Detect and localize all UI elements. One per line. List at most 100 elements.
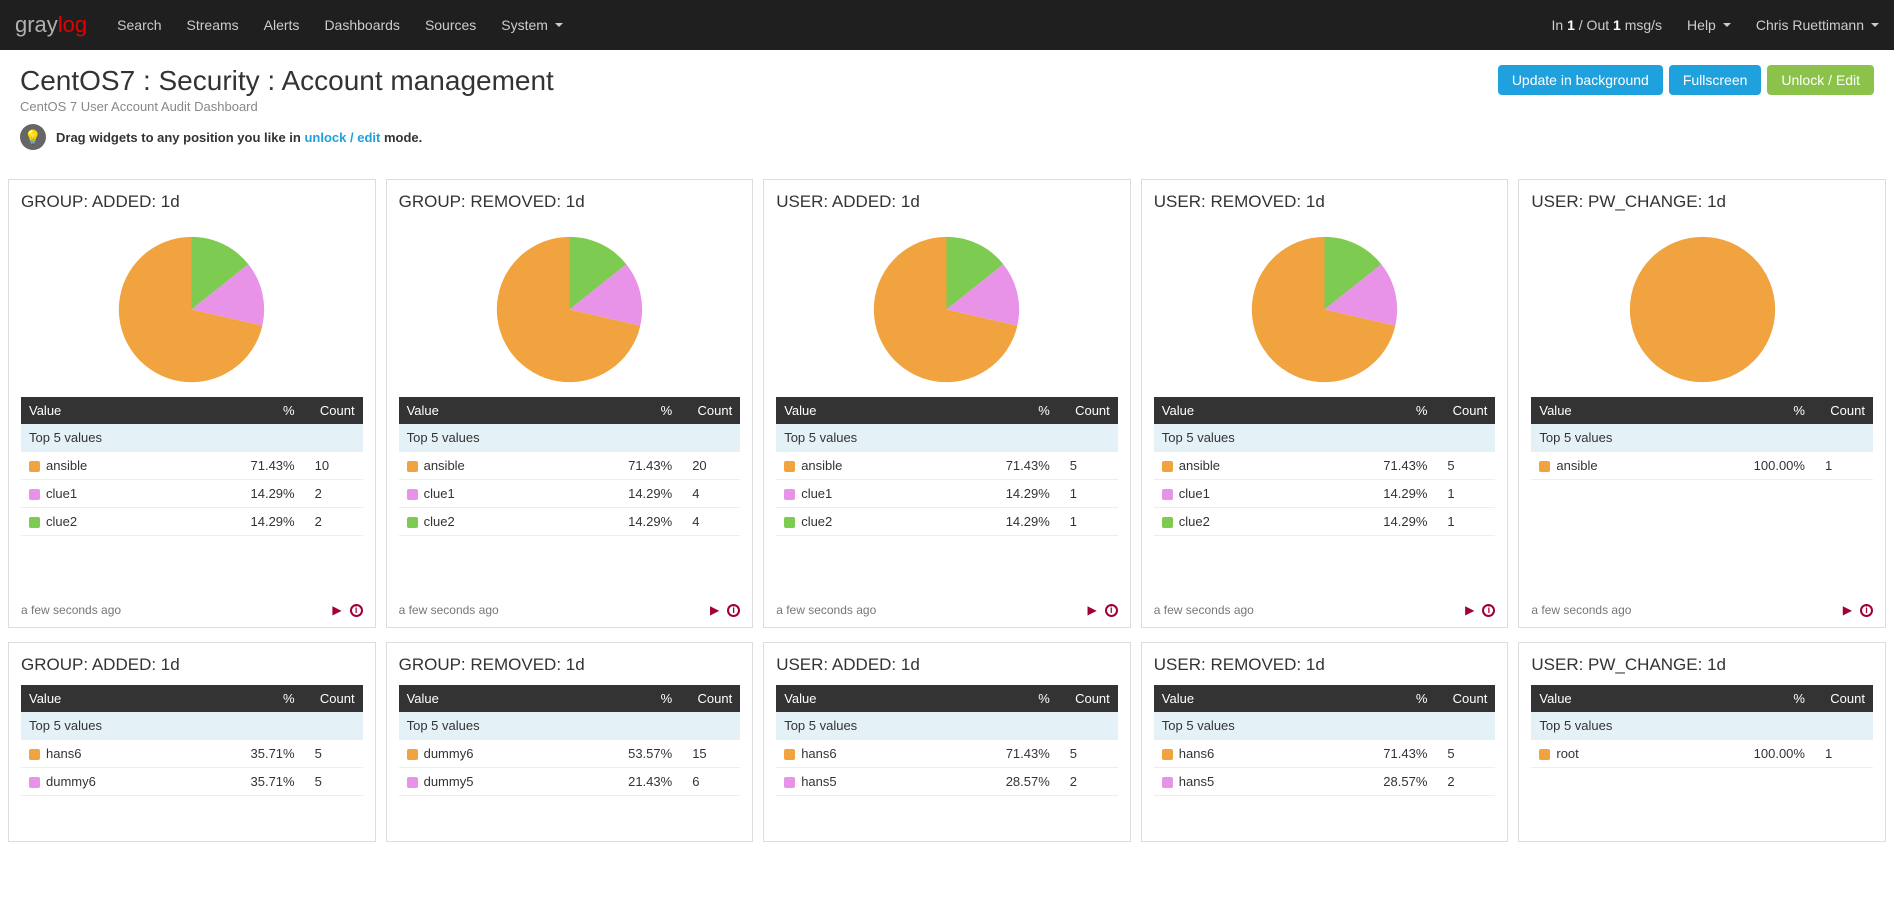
widget-timestamp: a few seconds ago: [399, 603, 499, 617]
th-count: Count: [303, 685, 363, 712]
th-count: Count: [303, 397, 363, 424]
hint-bar: 💡 Drag widgets to any position you like …: [20, 124, 1874, 160]
widget-title: USER: REMOVED: 1d: [1154, 655, 1496, 675]
widget[interactable]: GROUP: ADDED: 1dValue%CountTop 5 valuesh…: [8, 642, 376, 842]
table-row[interactable]: hans635.71%5: [21, 740, 363, 768]
widget-title: USER: PW_CHANGE: 1d: [1531, 192, 1873, 212]
widget-timestamp: a few seconds ago: [1531, 603, 1631, 617]
fullscreen-button[interactable]: Fullscreen: [1669, 65, 1762, 95]
hint-prefix: Drag widgets to any position you like in: [56, 130, 304, 145]
nav-search[interactable]: Search: [117, 17, 161, 33]
nav-sources[interactable]: Sources: [425, 17, 476, 33]
cell-count: 10: [303, 452, 363, 480]
table-row[interactable]: hans671.43%5: [1154, 740, 1496, 768]
widget[interactable]: USER: ADDED: 1dValue%CountTop 5 valuesha…: [763, 642, 1131, 842]
cell-count: 2: [303, 508, 363, 536]
color-swatch: [1162, 749, 1173, 760]
table-row[interactable]: ansible71.43%20: [399, 452, 741, 480]
info-icon[interactable]: i: [1105, 604, 1118, 617]
table-row[interactable]: ansible71.43%10: [21, 452, 363, 480]
nav-system[interactable]: System: [501, 17, 563, 33]
nav-streams[interactable]: Streams: [187, 17, 239, 33]
table-row[interactable]: dummy521.43%6: [399, 768, 741, 796]
table-row[interactable]: hans528.57%2: [1154, 768, 1496, 796]
widget-title: USER: ADDED: 1d: [776, 192, 1118, 212]
th-count: Count: [1058, 397, 1118, 424]
info-icon[interactable]: i: [1482, 604, 1495, 617]
th-count: Count: [680, 397, 740, 424]
table-row[interactable]: ansible71.43%5: [776, 452, 1118, 480]
play-icon[interactable]: ▶: [1843, 603, 1852, 617]
cell-value: clue1: [776, 480, 988, 508]
widget-title: GROUP: ADDED: 1d: [21, 655, 363, 675]
pie-chart: [1531, 222, 1873, 397]
widget[interactable]: USER: ADDED: 1dValue%CountTop 5 valuesan…: [763, 179, 1131, 628]
play-icon[interactable]: ▶: [710, 603, 719, 617]
widget-footer: a few seconds ago▶i: [776, 603, 1118, 617]
nav-user[interactable]: Chris Ruettimann: [1756, 17, 1879, 33]
cell-value: ansible: [776, 452, 988, 480]
cell-count: 5: [303, 740, 363, 768]
widget[interactable]: USER: REMOVED: 1dValue%CountTop 5 values…: [1141, 642, 1509, 842]
widget[interactable]: GROUP: REMOVED: 1dValue%CountTop 5 value…: [386, 642, 754, 842]
table-row[interactable]: dummy635.71%5: [21, 768, 363, 796]
color-swatch: [407, 517, 418, 528]
widget-title: GROUP: ADDED: 1d: [21, 192, 363, 212]
info-icon[interactable]: i: [1860, 604, 1873, 617]
widget[interactable]: USER: REMOVED: 1dValue%CountTop 5 values…: [1141, 179, 1509, 628]
table-row[interactable]: ansible71.43%5: [1154, 452, 1496, 480]
cell-percent: 14.29%: [233, 508, 303, 536]
color-swatch: [784, 777, 795, 788]
table-row[interactable]: clue114.29%4: [399, 480, 741, 508]
cell-value: hans6: [776, 740, 988, 768]
table-row[interactable]: hans671.43%5: [776, 740, 1118, 768]
th-count: Count: [680, 685, 740, 712]
hint-link[interactable]: unlock / edit: [304, 130, 380, 145]
table-row[interactable]: clue214.29%1: [1154, 508, 1496, 536]
table-row[interactable]: clue214.29%2: [21, 508, 363, 536]
table-row[interactable]: ansible100.00%1: [1531, 452, 1873, 480]
table-row[interactable]: dummy653.57%15: [399, 740, 741, 768]
th-percent: %: [988, 685, 1058, 712]
widget[interactable]: USER: PW_CHANGE: 1dValue%CountTop 5 valu…: [1518, 179, 1886, 628]
cell-value: clue2: [776, 508, 988, 536]
widget[interactable]: USER: PW_CHANGE: 1dValue%CountTop 5 valu…: [1518, 642, 1886, 842]
play-icon[interactable]: ▶: [1465, 603, 1474, 617]
unlock-edit-button[interactable]: Unlock / Edit: [1767, 65, 1874, 95]
th-value: Value: [1154, 685, 1366, 712]
th-percent: %: [1365, 685, 1435, 712]
play-icon[interactable]: ▶: [332, 603, 341, 617]
widget-timestamp: a few seconds ago: [1154, 603, 1254, 617]
table-row[interactable]: clue114.29%2: [21, 480, 363, 508]
logo[interactable]: graylog: [15, 12, 87, 38]
widget[interactable]: GROUP: ADDED: 1dValue%CountTop 5 valuesa…: [8, 179, 376, 628]
nav-left: Search Streams Alerts Dashboards Sources…: [117, 17, 563, 33]
info-icon[interactable]: i: [350, 604, 363, 617]
cell-percent: 71.43%: [1365, 740, 1435, 768]
table-row[interactable]: clue114.29%1: [776, 480, 1118, 508]
table-row[interactable]: hans528.57%2: [776, 768, 1118, 796]
pie-chart: [399, 222, 741, 397]
update-background-button[interactable]: Update in background: [1498, 65, 1663, 95]
values-table: Value%CountTop 5 valuesansible71.43%5clu…: [1154, 397, 1496, 536]
throughput-mid: / Out: [1575, 17, 1613, 33]
cell-count: 1: [1058, 508, 1118, 536]
color-swatch: [407, 749, 418, 760]
nav-alerts[interactable]: Alerts: [264, 17, 300, 33]
table-row[interactable]: clue214.29%1: [776, 508, 1118, 536]
page-header: CentOS7 : Security : Account management …: [0, 50, 1894, 175]
table-row[interactable]: clue214.29%4: [399, 508, 741, 536]
nav-help[interactable]: Help: [1687, 17, 1731, 33]
cell-value: ansible: [1531, 452, 1743, 480]
play-icon[interactable]: ▶: [1088, 603, 1097, 617]
th-value: Value: [1531, 685, 1743, 712]
th-count: Count: [1813, 685, 1873, 712]
color-swatch: [1162, 777, 1173, 788]
widget[interactable]: GROUP: REMOVED: 1dValue%CountTop 5 value…: [386, 179, 754, 628]
table-row[interactable]: root100.00%1: [1531, 740, 1873, 768]
th-value: Value: [1531, 397, 1743, 424]
table-row[interactable]: clue114.29%1: [1154, 480, 1496, 508]
nav-dashboards[interactable]: Dashboards: [324, 17, 400, 33]
info-icon[interactable]: i: [727, 604, 740, 617]
cell-value: clue1: [399, 480, 611, 508]
